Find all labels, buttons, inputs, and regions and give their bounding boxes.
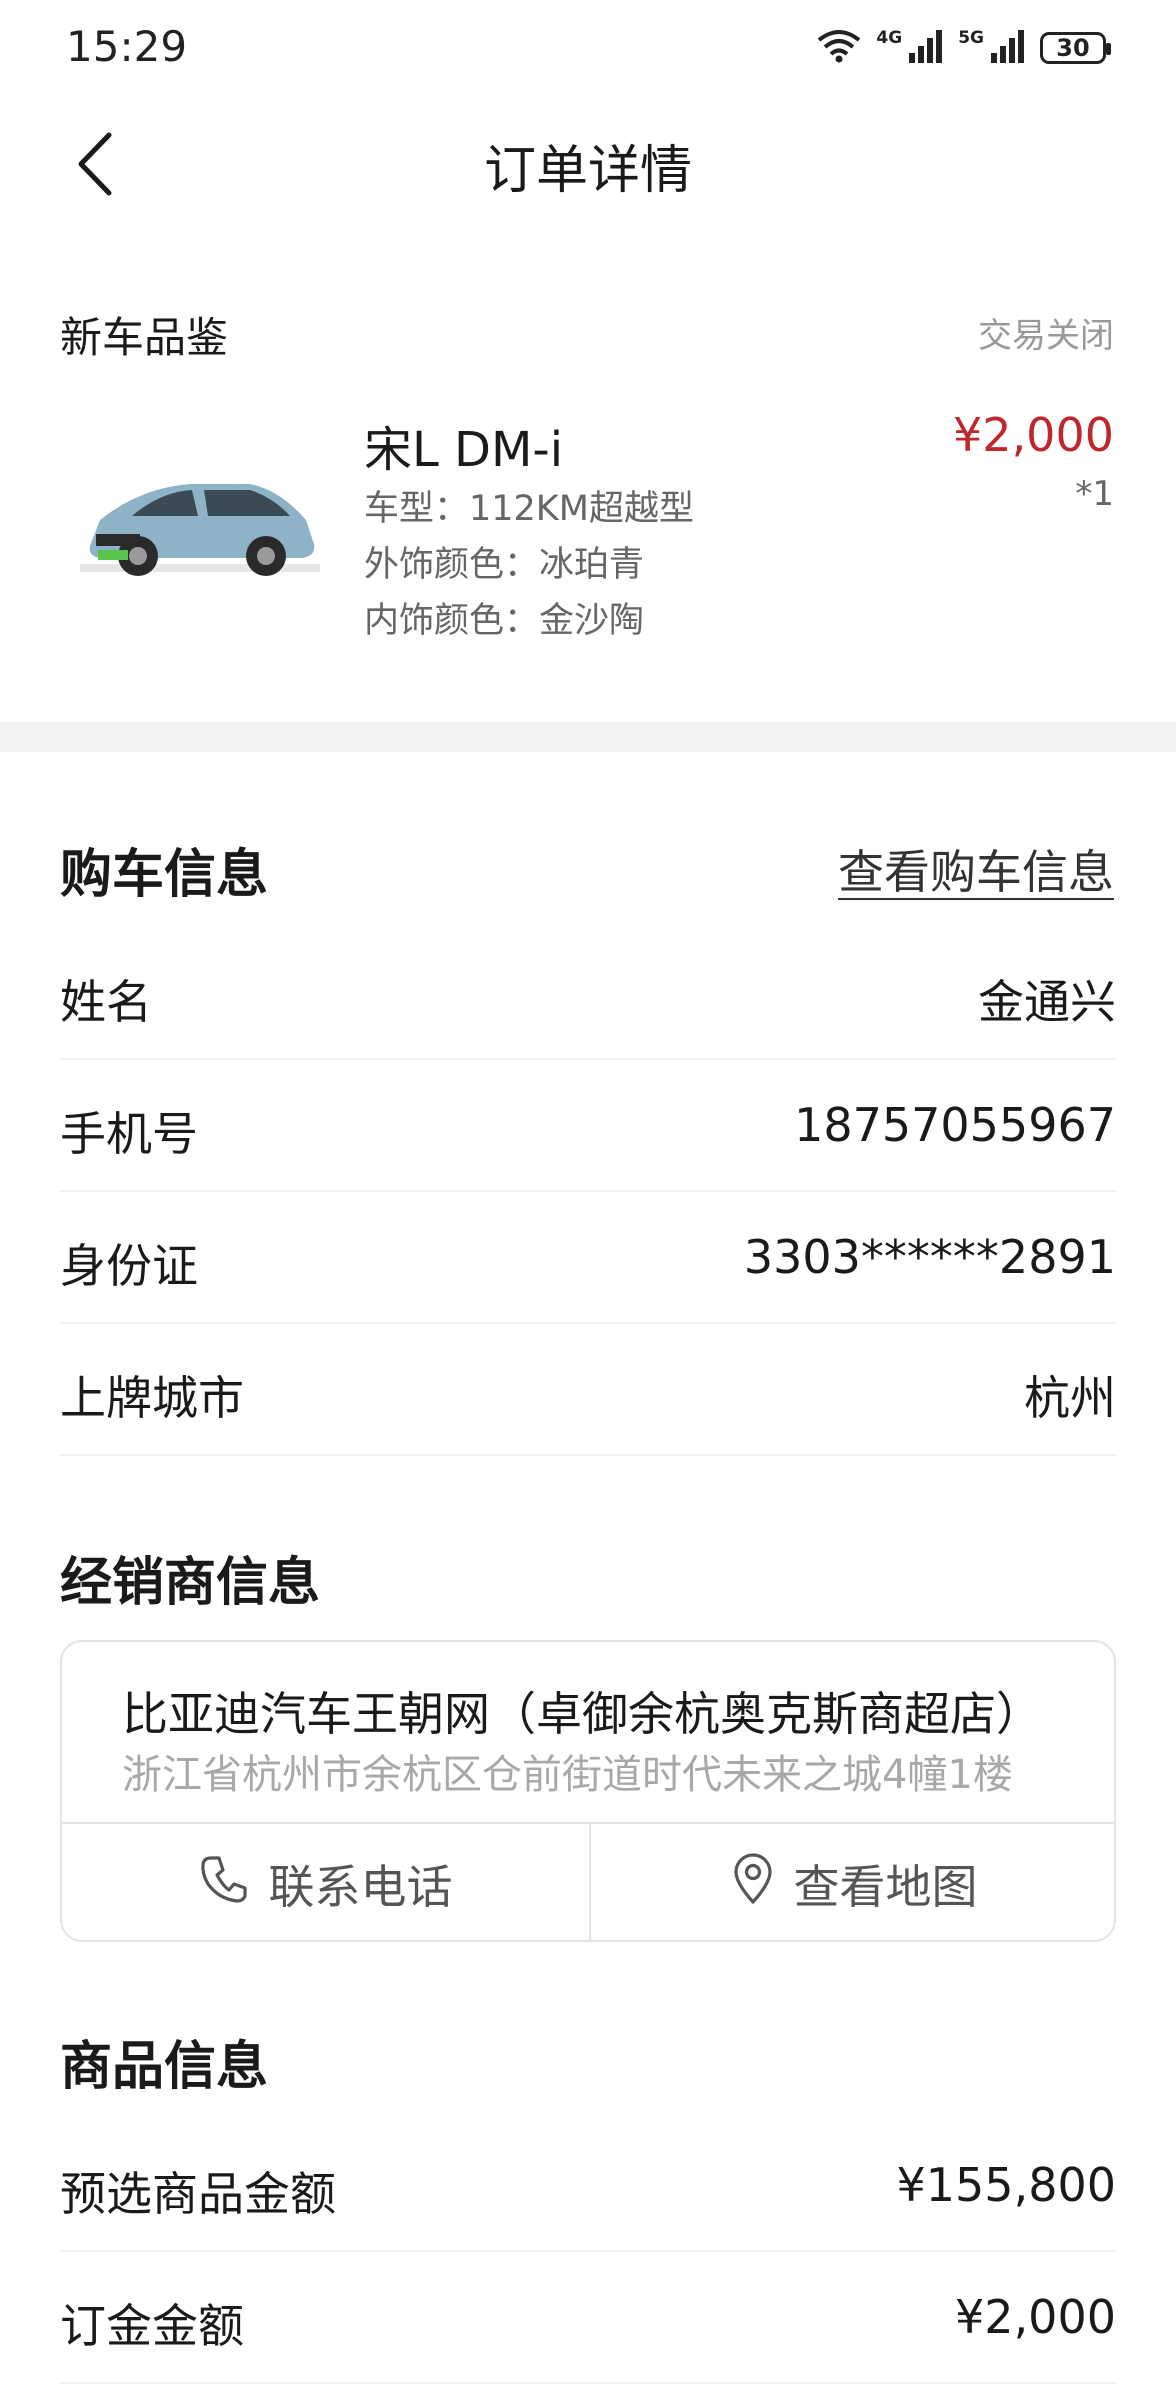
car-image bbox=[80, 460, 320, 590]
dealer-card[interactable]: 比亚迪汽车王朝网（卓御余杭奥克斯商超店） 浙江省杭州市余杭区仓前街道时代未来之城… bbox=[60, 1640, 1116, 1942]
row-label: 姓名 bbox=[60, 975, 152, 1029]
signal-icon bbox=[908, 29, 944, 67]
dealer-address: 浙江省杭州市余杭区仓前街道时代未来之城4幢1楼 bbox=[122, 1752, 1013, 1798]
info-row-phone: 手机号 18757055967 bbox=[60, 1060, 1116, 1192]
product-quantity: *1 bbox=[1075, 474, 1114, 514]
order-status-badge: 交易关闭 bbox=[978, 316, 1114, 356]
row-label: 订金金额 bbox=[60, 2299, 244, 2353]
view-map-label: 查看地图 bbox=[793, 1860, 978, 1914]
row-value: ¥155,800 bbox=[896, 2158, 1117, 2212]
map-pin-icon bbox=[732, 1852, 774, 1916]
goods-info-title: 商品信息 bbox=[60, 2037, 269, 2097]
network-label-2: 5G bbox=[958, 28, 984, 48]
info-row-id-card: 身份证 3303******2891 bbox=[60, 1192, 1116, 1324]
info-row-name: 姓名 金通兴 bbox=[60, 928, 1116, 1060]
row-label: 上牌城市 bbox=[60, 1371, 244, 1425]
status-bar: 15:29 4G 5G 30 bbox=[0, 0, 1176, 100]
row-value: ¥2,000 bbox=[955, 2290, 1116, 2344]
view-purchase-info-link[interactable]: 查看购车信息 bbox=[838, 836, 1114, 902]
purchase-info-title: 购车信息 bbox=[60, 845, 269, 905]
row-value: 杭州 bbox=[1024, 1371, 1116, 1425]
status-time: 15:29 bbox=[66, 22, 188, 71]
row-value: 3303******2891 bbox=[743, 1230, 1116, 1284]
dealer-name: 比亚迪汽车王朝网（卓御余杭奥克斯商超店） bbox=[122, 1687, 1042, 1741]
spec-interior-color: 内饰颜色：金沙陶 bbox=[364, 601, 645, 641]
signal-icon bbox=[990, 29, 1026, 67]
dealer-actions: 联系电话 查看地图 bbox=[62, 1822, 1114, 1940]
product-card[interactable]: 新车品鉴 交易关闭 宋L DM-i 车型：112KM超越型 外饰颜色：冰珀青 内… bbox=[0, 290, 1176, 720]
wifi-icon bbox=[816, 28, 862, 68]
page-title: 订单详情 bbox=[483, 141, 692, 201]
row-label: 身份证 bbox=[60, 1239, 198, 1293]
phone-icon bbox=[199, 1854, 249, 1915]
nav-bar: 订单详情 bbox=[0, 100, 1176, 230]
network-label-1: 4G bbox=[876, 28, 903, 48]
car-name: 宋L DM-i bbox=[364, 422, 564, 478]
info-row-deposit-amount: 订金金额 ¥2,000 bbox=[60, 2252, 1116, 2384]
info-row-preselected-amount: 预选商品金额 ¥155,800 bbox=[60, 2120, 1116, 2252]
status-icons: 4G 5G 30 bbox=[816, 28, 1111, 68]
row-value: 18757055967 bbox=[794, 1098, 1116, 1152]
product-type-label: 新车品鉴 bbox=[60, 313, 229, 362]
view-map-button[interactable]: 查看地图 bbox=[589, 1824, 1114, 1940]
row-label: 手机号 bbox=[60, 1107, 198, 1161]
product-price: ¥2,000 bbox=[953, 408, 1114, 462]
spec-exterior-color: 外饰颜色：冰珀青 bbox=[364, 545, 645, 585]
row-value: 金通兴 bbox=[978, 975, 1116, 1029]
section-divider bbox=[0, 722, 1176, 752]
spec-model: 车型：112KM超越型 bbox=[364, 489, 694, 529]
row-label: 预选商品金额 bbox=[60, 2167, 336, 2221]
info-row-plate-city: 上牌城市 杭州 bbox=[60, 1324, 1116, 1456]
battery-icon: 30 bbox=[1040, 32, 1111, 64]
contact-phone-label: 联系电话 bbox=[268, 1860, 453, 1914]
dealer-info-title: 经销商信息 bbox=[60, 1553, 321, 1613]
contact-phone-button[interactable]: 联系电话 bbox=[62, 1824, 589, 1940]
